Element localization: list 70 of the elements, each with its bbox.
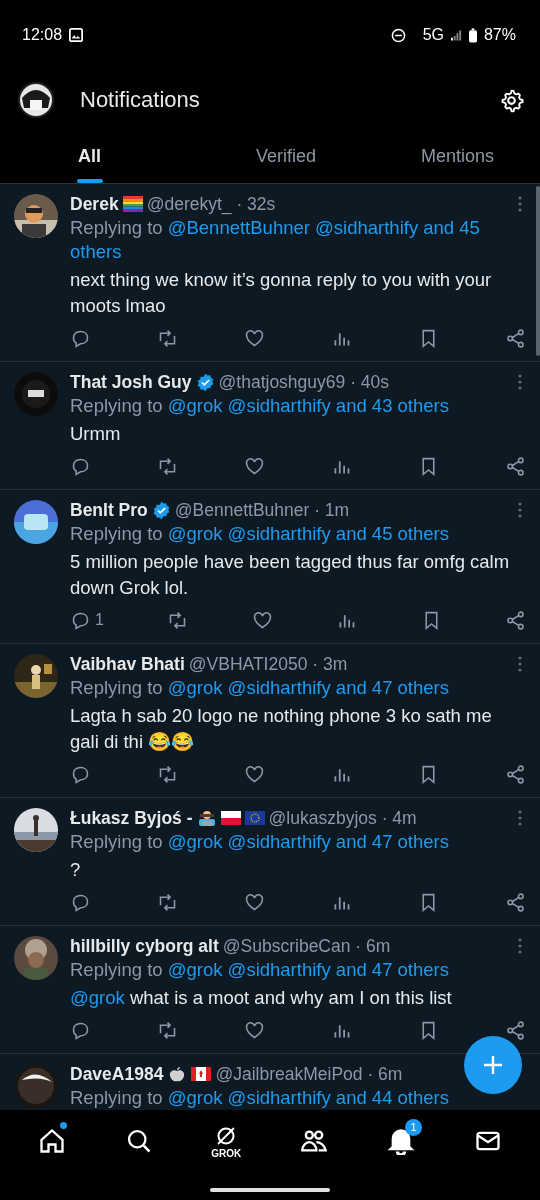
handle-and-time: @thatjoshguy69 · 40s (218, 371, 390, 394)
page-title: Notifications (80, 87, 201, 113)
user-name: Łukasz Byjoś - (70, 807, 193, 830)
replying-to-text: Replying to @grok @sidharthify and 47 others (70, 830, 450, 854)
share-icon[interactable] (505, 455, 526, 477)
grok-tab[interactable]: GROK (201, 1116, 252, 1166)
like-icon[interactable] (251, 609, 273, 631)
reply-text: what is a moot and why am I on this list (129, 987, 452, 1008)
user-name: Vaibhav Bhati (70, 653, 185, 676)
user-name: BenIt Pro (70, 499, 148, 522)
handle-and-time: @derekyt_ · 32s (146, 193, 276, 216)
plus-icon (481, 1053, 505, 1077)
user-name: That Josh Guy (70, 371, 192, 394)
more-icon[interactable] (518, 196, 522, 212)
image-icon (69, 28, 84, 42)
home-icon (37, 1127, 66, 1155)
search-icon (125, 1127, 153, 1155)
notification-count: 1 (404, 1119, 422, 1136)
eu-flag-icon (244, 810, 265, 826)
replying-to-text: Replying to @grok @sidharthify and 44 others (70, 1086, 450, 1110)
replying-to-text: Replying to @grok @sidharthify and 47 others (70, 676, 450, 700)
replying-to-text: Replying to @grok @sidharthify and 45 others (70, 522, 450, 546)
handle-and-time: @JailbreakMeiPod · 6m (215, 1063, 403, 1086)
more-icon[interactable] (518, 810, 522, 826)
handle-and-time: @BennettBuhner · 1m (174, 499, 350, 522)
share-icon[interactable] (504, 609, 526, 631)
tab[interactable]: All (78, 130, 101, 183)
scrollbar[interactable] (536, 186, 540, 356)
like-icon[interactable] (244, 763, 265, 785)
reply-text: next thing we know it’s gonna reply to you with your moots lmao (70, 269, 492, 316)
user-name: Derek (70, 193, 119, 216)
more-icon[interactable] (518, 502, 522, 518)
battery-icon (468, 27, 477, 43)
network-type: 5G (422, 26, 444, 44)
user-name: DaveA1984 (70, 1063, 164, 1086)
canada-flag-icon (191, 1066, 212, 1082)
signal-icon (450, 29, 462, 41)
user-name: hillbilly cyborg alt (70, 935, 219, 958)
replying-to-text: Replying to @grok @sidharthify and 47 others (70, 958, 450, 982)
mention-link[interactable]: @grok (70, 987, 125, 1008)
tab[interactable]: Mentions (420, 130, 494, 183)
like-icon[interactable] (244, 455, 265, 477)
poland-flag-icon (220, 810, 241, 826)
clock-time: 12:08 (22, 26, 63, 44)
settings-icon[interactable] (499, 87, 524, 113)
more-icon[interactable] (518, 656, 522, 672)
reply-text: Lagta h sab 20 logo ne nothing phone 3 ko sath me gali di thi 😂😂 (70, 705, 492, 752)
rainbow-flag-icon (122, 196, 143, 212)
reply-text: ? (70, 859, 81, 880)
handle-and-time: @VBHATI2050 · 3m (188, 653, 348, 676)
reply-text: 5 million people have been tagged thus far omfg calm down Grok lol. (70, 551, 510, 598)
like-icon[interactable] (244, 891, 265, 913)
replying-to-text: Replying to @BennettBuhner @sidharthify and 45 others (70, 216, 481, 264)
share-icon[interactable] (505, 327, 526, 349)
tab[interactable]: Verified (256, 130, 317, 183)
reply-text: Urmm (70, 423, 121, 444)
do-not-disturb-icon (390, 27, 406, 43)
reply-count: 1 (95, 610, 104, 630)
technologist-icon (196, 810, 217, 826)
more-icon[interactable] (518, 938, 522, 954)
handle-and-time: @lukaszbyjos · 4m (268, 807, 417, 830)
more-icon[interactable] (518, 374, 522, 390)
share-icon[interactable] (505, 891, 526, 913)
like-icon[interactable] (244, 327, 265, 349)
replying-to-text: Replying to @grok @sidharthify and 43 others (70, 394, 450, 418)
share-icon[interactable] (505, 763, 526, 785)
like-icon[interactable] (244, 1019, 265, 1041)
battery-level: 87% (483, 26, 516, 44)
handle-and-time: @SubscribeCan · 6m (222, 935, 391, 958)
share-icon[interactable] (505, 1019, 526, 1041)
